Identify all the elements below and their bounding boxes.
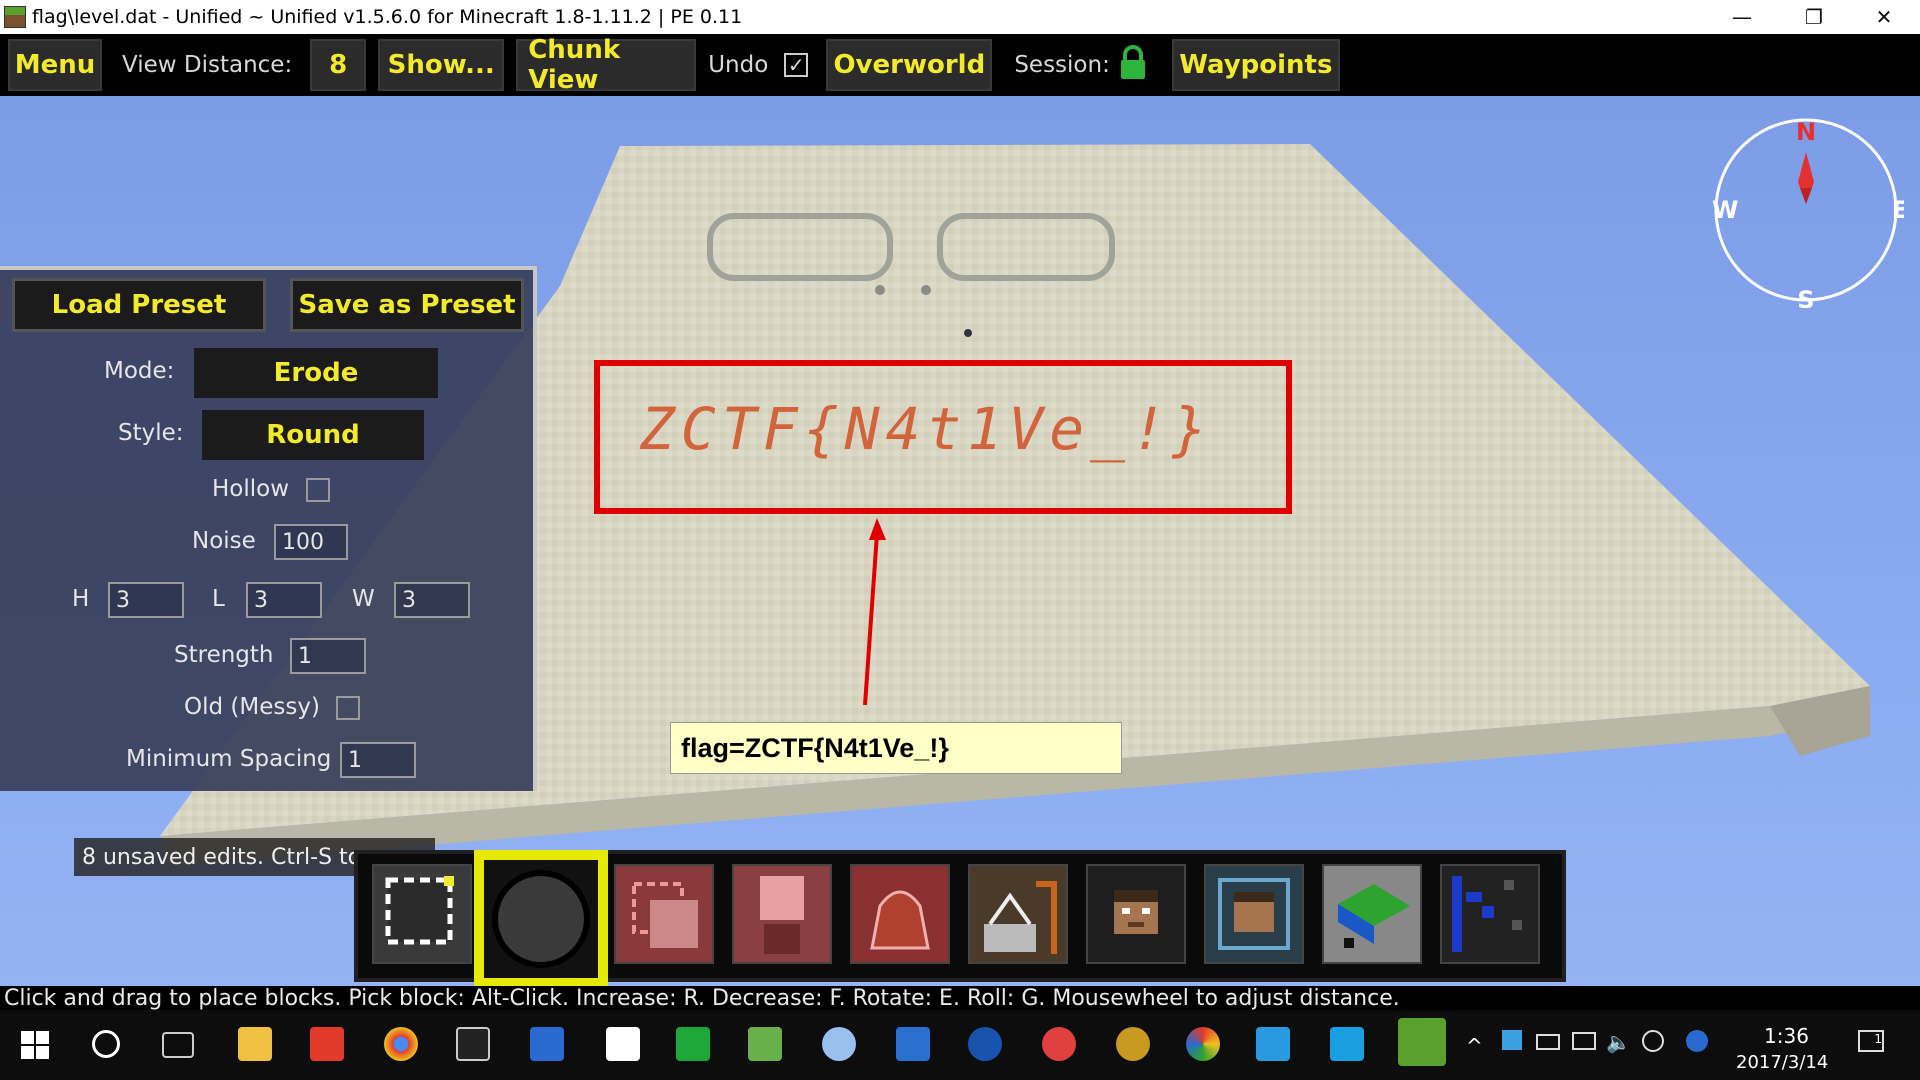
notepad-icon[interactable] [606, 1027, 640, 1061]
tool-fill[interactable] [732, 864, 832, 964]
telegram-icon[interactable] [1502, 1030, 1522, 1050]
tray-overflow-icon[interactable]: ^ [1466, 1034, 1483, 1058]
file-explorer-icon[interactable] [238, 1027, 272, 1061]
tool-clone[interactable] [614, 864, 714, 964]
h-input[interactable]: 3 [108, 582, 184, 618]
photos-icon[interactable] [1186, 1027, 1220, 1061]
tool-import[interactable] [968, 864, 1068, 964]
tool-hotbar [354, 850, 1566, 988]
compass-south: S [1797, 286, 1814, 308]
old-messy-label: Old (Messy) [184, 694, 320, 720]
w-label: W [352, 586, 375, 612]
style-select[interactable]: Round [202, 410, 424, 460]
hollow-checkbox[interactable] [306, 478, 330, 502]
app-icon-red[interactable] [310, 1027, 344, 1061]
tool-nbt[interactable] [1440, 864, 1540, 964]
l-label: L [212, 586, 225, 612]
task-view-icon[interactable] [162, 1032, 194, 1058]
h-label: H [72, 586, 90, 612]
paint-icon[interactable] [822, 1027, 856, 1061]
compass: N S E W [1708, 112, 1908, 314]
minecraft-editor-icon[interactable] [1398, 1018, 1446, 1066]
controls-hint: Click and drag to place blocks. Pick blo… [0, 986, 1920, 1011]
strength-label: Strength [174, 642, 274, 668]
brush-options-panel: Load Preset Save as Preset Mode: Erode S… [0, 266, 537, 791]
tool-chunk[interactable] [1322, 864, 1422, 964]
compass-north: N [1796, 118, 1816, 146]
tool-spawn[interactable] [1204, 864, 1304, 964]
app-icon-blue[interactable] [530, 1027, 564, 1061]
windows-taskbar [0, 1010, 1920, 1080]
w-input[interactable]: 3 [394, 582, 470, 618]
l-input[interactable]: 3 [246, 582, 322, 618]
min-spacing-input[interactable]: 1 [340, 742, 416, 778]
style-label: Style: [118, 420, 184, 446]
clock-time[interactable]: 1:36 [1764, 1024, 1809, 1048]
notification-center-icon[interactable]: 1 [1858, 1030, 1884, 1052]
save-preset-button[interactable]: Save as Preset [290, 278, 524, 332]
tool-brush[interactable] [474, 850, 608, 988]
min-spacing-label: Minimum Spacing [126, 746, 332, 772]
battery-icon[interactable] [1536, 1034, 1560, 1050]
noise-input[interactable]: 100 [274, 524, 348, 560]
old-messy-checkbox[interactable] [336, 696, 360, 720]
windows-start-icon[interactable] [20, 1030, 50, 1060]
browser-icon[interactable] [968, 1027, 1002, 1061]
tool-select[interactable] [372, 864, 472, 964]
hollow-label: Hollow [212, 476, 290, 502]
load-preset-button[interactable]: Load Preset [12, 278, 266, 332]
noise-label: Noise [192, 528, 256, 554]
k8-icon[interactable] [676, 1027, 710, 1061]
compass-east: E [1892, 196, 1904, 224]
terminal-icon[interactable] [456, 1027, 490, 1061]
window-app-icon[interactable] [896, 1027, 930, 1061]
editor-icon[interactable] [748, 1027, 782, 1061]
spiral-app-icon[interactable] [1042, 1027, 1076, 1061]
chrome-icon[interactable] [384, 1027, 418, 1061]
volume-icon[interactable]: 🔈 [1606, 1030, 1631, 1054]
status-icon[interactable] [1642, 1030, 1664, 1052]
cortana-icon[interactable] [92, 1030, 120, 1058]
qq-icon[interactable] [1330, 1027, 1364, 1061]
tool-player[interactable] [1086, 864, 1186, 964]
ultraedit-icon[interactable] [1116, 1027, 1150, 1061]
network-icon[interactable] [1572, 1032, 1596, 1050]
ime-icon[interactable] [1686, 1030, 1708, 1052]
compass-west: W [1712, 196, 1738, 224]
notification-count: 1 [1874, 1032, 1882, 1046]
network-app-icon[interactable] [1256, 1027, 1290, 1061]
annotation-callout: flag=ZCTF{N4t1Ve_!} [670, 722, 1122, 774]
tool-filter[interactable] [850, 864, 950, 964]
strength-input[interactable]: 1 [290, 638, 366, 674]
mode-label: Mode: [104, 358, 175, 384]
clock-date[interactable]: 2017/3/14 [1736, 1052, 1828, 1073]
mode-select[interactable]: Erode [194, 348, 438, 398]
